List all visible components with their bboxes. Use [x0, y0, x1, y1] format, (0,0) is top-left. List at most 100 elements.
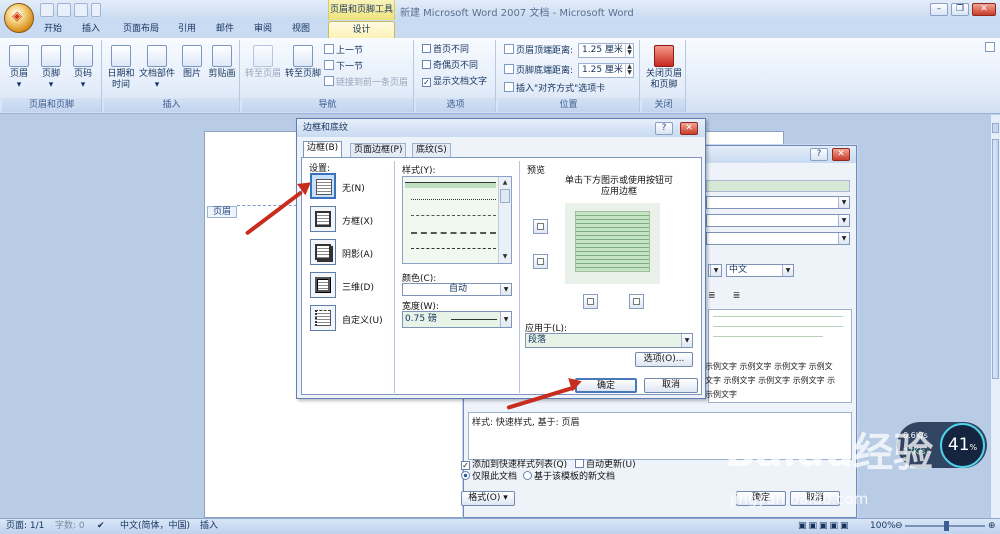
previous-section-button[interactable]: 上一节 — [324, 44, 363, 58]
font-size-dropdown[interactable]: ▼ — [708, 264, 722, 277]
go-to-footer-button[interactable]: 转至页脚 — [284, 42, 322, 80]
tab-page-layout[interactable]: 页面布局 — [116, 21, 166, 38]
view-buttons-icon[interactable]: ▣▣▣▣▣ — [798, 519, 851, 534]
picture-button[interactable]: 图片 — [178, 42, 206, 80]
bottom-border-button[interactable] — [533, 254, 548, 269]
vertical-scrollbar[interactable] — [990, 115, 1000, 518]
zoom-in-icon[interactable]: ⊕ — [988, 519, 996, 534]
style-preview-box: 示例文字 示例文字 示例文字 示例文 文字 示例文字 示例文字 示例文字 示 示… — [705, 309, 852, 403]
preview-line — [713, 316, 843, 322]
context-tab-header: 页眉和页脚工具 — [328, 0, 395, 20]
status-insert-mode[interactable]: 插入 — [200, 519, 218, 534]
color-dropdown[interactable]: 自动 ▼ — [402, 283, 512, 296]
script-dropdown[interactable]: 中文 ▼ — [726, 264, 794, 277]
setting-box-label: 方框(X) — [342, 217, 374, 227]
scroll-down-icon[interactable]: ▼ — [500, 252, 510, 261]
status-language[interactable]: 中文(简体，中国) — [120, 519, 190, 534]
status-words[interactable]: 字数: 0 — [55, 519, 85, 534]
top-border-button[interactable] — [533, 219, 548, 234]
tab-page-border[interactable]: 页面边框(P) — [350, 143, 407, 157]
tab-insert[interactable]: 插入 — [76, 21, 106, 38]
line-style-scrollbar[interactable]: ▲ ▼ — [498, 177, 511, 263]
tab-mailings[interactable]: 邮件 — [210, 21, 240, 38]
different-odd-even-checkbox[interactable]: 奇偶页不同 — [422, 60, 478, 73]
clipart-button[interactable]: 剪贴画 — [206, 42, 238, 80]
dialog-help-button[interactable]: ? — [810, 148, 828, 161]
tab-shading[interactable]: 底纹(S) — [412, 143, 451, 157]
tab-design[interactable]: 设计 — [328, 21, 395, 38]
insert-alignment-tab-button[interactable]: 插入"对齐方式"选项卡 — [504, 82, 605, 96]
format-menu-button[interactable]: 格式(O) ▾ — [461, 491, 515, 506]
zoom-out-icon[interactable]: ⊖ — [895, 519, 903, 534]
borders-close-button[interactable]: ✕ — [680, 122, 698, 135]
save-icon[interactable] — [40, 3, 54, 17]
scroll-up-icon[interactable] — [992, 123, 999, 133]
line-style-dotted[interactable] — [411, 199, 496, 200]
tab-home[interactable]: 开始 — [38, 21, 68, 38]
style-based-on-dropdown[interactable]: ▼ — [706, 214, 850, 227]
tab-review[interactable]: 审阅 — [248, 21, 278, 38]
redo-icon[interactable] — [74, 3, 88, 17]
zoom-slider-thumb[interactable] — [944, 521, 949, 531]
tab-view[interactable]: 视图 — [286, 21, 316, 38]
borders-help-button[interactable]: ? — [655, 122, 673, 135]
header-button[interactable]: 页眉 ▾ — [4, 42, 34, 91]
line-style-dashed[interactable] — [411, 232, 496, 234]
borders-ok-button[interactable]: 确定 — [575, 378, 637, 393]
footer-bottom-distance-input[interactable]: 1.25 厘米 ▲ ▼ — [578, 63, 634, 78]
spinner-arrows-icon[interactable]: ▲ ▼ — [625, 64, 633, 77]
scroll-up-icon[interactable]: ▲ — [500, 178, 510, 187]
page-number-button[interactable]: 页码 ▾ — [68, 42, 98, 91]
cpu-usage-gauge: 41% — [940, 423, 985, 468]
tab-borders[interactable]: 边框(B) — [303, 141, 343, 158]
line-style-dashed-small[interactable] — [411, 215, 496, 216]
left-border-button[interactable] — [583, 294, 598, 309]
right-border-button[interactable] — [629, 294, 644, 309]
maximize-button[interactable]: ❐ — [951, 3, 969, 16]
border-preview-page[interactable] — [575, 211, 650, 272]
border-options-button[interactable]: 选项(O)... — [635, 352, 693, 367]
status-page[interactable]: 页面: 1/1 — [6, 519, 44, 534]
only-this-document-radio[interactable]: 仅限此文档 — [461, 471, 517, 484]
line-style-dash-dot[interactable] — [411, 248, 496, 249]
indent-buttons-icon[interactable]: ≣ ≣ — [708, 291, 740, 301]
line-style-list[interactable] — [402, 176, 512, 264]
header-top-distance-input[interactable]: 1.25 厘米 ▲ ▼ — [578, 43, 634, 58]
spinner-arrows-icon[interactable]: ▲ ▼ — [625, 44, 633, 57]
next-section-button[interactable]: 下一节 — [324, 60, 363, 74]
help-icon[interactable] — [985, 42, 995, 52]
setting-custom-button[interactable] — [310, 305, 336, 331]
status-zoom[interactable]: 100% — [870, 519, 896, 534]
setting-shadow-button[interactable] — [310, 239, 336, 265]
different-first-page-checkbox[interactable]: 首页不同 — [422, 44, 469, 57]
quick-parts-button[interactable]: 文档部件 ▾ — [138, 42, 176, 91]
minimize-button[interactable]: – — [930, 3, 948, 16]
setting-box-button[interactable] — [310, 206, 336, 232]
show-document-text-checkbox[interactable]: ✓ 显示文档文字 — [422, 76, 487, 89]
date-time-button[interactable]: 日期和 时间 — [106, 42, 136, 91]
width-dropdown[interactable]: 0.75 磅 ▼ — [402, 311, 512, 328]
borders-cancel-button[interactable]: 取消 — [644, 378, 698, 393]
link-to-previous-button[interactable]: 链接到前一条页眉 — [324, 76, 408, 90]
style-next-dropdown[interactable]: ▼ — [706, 232, 850, 245]
preview-label: 预览 — [527, 166, 546, 176]
apply-to-dropdown[interactable]: 段落 ▼ — [525, 333, 693, 348]
close-window-button[interactable]: ✕ — [972, 3, 996, 16]
line-style-solid[interactable] — [405, 182, 496, 188]
proofing-icon[interactable]: ✔ — [97, 519, 105, 534]
setting-3d-button[interactable] — [310, 272, 336, 298]
close-header-footer-button[interactable]: 关闭页眉 和页脚 — [642, 42, 686, 91]
dialog-close-button[interactable]: ✕ — [832, 148, 850, 161]
undo-icon[interactable] — [57, 3, 71, 17]
style-type-dropdown[interactable]: ▼ — [706, 196, 850, 209]
office-button[interactable]: ◈ — [4, 3, 34, 33]
border-custom-icon — [315, 310, 331, 326]
go-to-header-button[interactable]: 转至页眉 — [244, 42, 282, 80]
qat-dropdown-icon[interactable] — [91, 3, 101, 17]
tab-references[interactable]: 引用 — [172, 21, 202, 38]
scrollbar-thumb[interactable] — [992, 139, 999, 379]
footer-button[interactable]: 页脚 ▾ — [36, 42, 66, 91]
template-documents-radio[interactable]: 基于该模板的新文档 — [523, 471, 615, 484]
scrollbar-thumb[interactable] — [500, 189, 510, 203]
style-name-field[interactable] — [706, 180, 850, 192]
